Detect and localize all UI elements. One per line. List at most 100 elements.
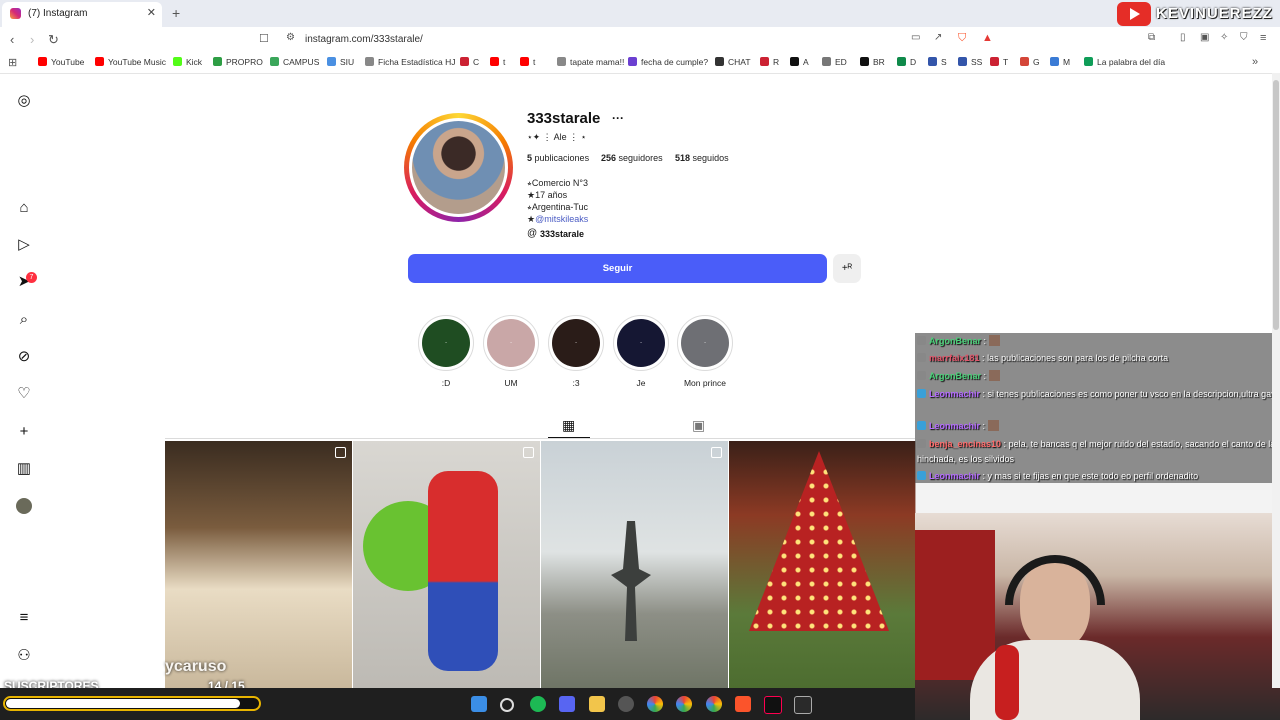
story-highlight[interactable]: · [483, 315, 539, 371]
follow-button[interactable]: Seguir [408, 254, 827, 283]
site-info-icon[interactable]: ⚙ [286, 32, 295, 43]
post-image-detail [611, 521, 651, 641]
menu-icon[interactable]: ≡ [1260, 32, 1266, 44]
reload-icon[interactable]: ↻ [48, 32, 59, 48]
search-taskbar-icon[interactable] [500, 698, 514, 712]
bookmark-item[interactable]: t [490, 57, 505, 67]
bookmark-favicon-icon [990, 57, 999, 66]
leo-ai-icon[interactable]: ✧ [1220, 32, 1228, 43]
spotify-icon[interactable] [530, 696, 546, 712]
sidebar-toggle-icon[interactable]: ▯ [1180, 32, 1186, 43]
tiktok-icon[interactable] [764, 696, 782, 714]
explore-icon[interactable]: ⊘ [16, 349, 32, 365]
cast-icon[interactable]: ▭ [911, 32, 920, 43]
home-icon[interactable]: ⌂ [16, 200, 32, 216]
bookmark-item[interactable]: PROPRO [213, 57, 263, 67]
chrome-icon[interactable] [647, 696, 663, 712]
more-menu-icon[interactable]: ≡ [16, 610, 32, 626]
instagram-logo-icon[interactable]: ◎ [16, 93, 32, 109]
bookmark-label: T [1003, 57, 1009, 67]
bookmark-item[interactable]: CAMPUS [270, 57, 319, 67]
threads-icon[interactable]: @ [527, 228, 537, 239]
start-icon[interactable] [471, 696, 487, 712]
followers-stat[interactable]: 256 seguidores [601, 153, 663, 163]
bookmark-item[interactable]: G [1020, 57, 1040, 67]
profile-avatar-icon[interactable] [16, 498, 32, 514]
also-from-meta-icon[interactable]: ⚇ [16, 648, 32, 664]
brave-shield-icon[interactable]: ⛉ [958, 32, 966, 45]
vpn-icon[interactable]: ⛉ [1240, 32, 1248, 43]
bookmark-item[interactable]: C [460, 57, 479, 67]
bookmark-item[interactable]: YouTube Music [95, 57, 166, 67]
scrollbar-thumb[interactable] [1273, 80, 1279, 330]
back-icon[interactable]: ‹ [10, 32, 14, 47]
story-highlight[interactable]: · [677, 315, 733, 371]
bookmark-item[interactable]: tapate mama!! [557, 57, 624, 67]
bookmark-item[interactable]: ED [822, 57, 847, 67]
chrome-profile-icon[interactable] [706, 696, 722, 712]
bookmark-item[interactable]: CHAT [715, 57, 751, 67]
more-bookmarks-icon[interactable]: » [1252, 56, 1258, 68]
bookmark-label: BR [873, 57, 885, 67]
post-thumbnail[interactable] [541, 441, 728, 688]
profile-avatar[interactable] [409, 118, 508, 217]
story-highlight[interactable]: · [548, 315, 604, 371]
bookmark-item[interactable]: D [897, 57, 916, 67]
forward-icon[interactable]: › [30, 32, 34, 47]
story-highlight[interactable]: · [613, 315, 669, 371]
reels-icon[interactable]: ▷ [16, 237, 32, 253]
bookmark-label: Kick [186, 57, 203, 67]
bookmark-item[interactable]: SIU [327, 57, 354, 67]
post-thumbnail[interactable] [729, 441, 916, 688]
chat-message: ArgonBenar : [917, 334, 1279, 349]
brave-icon[interactable] [735, 696, 751, 712]
posts-grid-tab-icon[interactable]: ▦ [562, 417, 575, 434]
story-highlight[interactable]: · [418, 315, 474, 371]
bookmark-item[interactable]: fecha de cumple? [628, 57, 708, 67]
bookmark-item[interactable]: M [1050, 57, 1070, 67]
create-icon[interactable]: + [16, 424, 32, 440]
bookmark-item[interactable]: R [760, 57, 779, 67]
suggested-accounts-button[interactable]: +ᴿ [833, 254, 861, 283]
extensions-icon[interactable]: ⧉ [1148, 32, 1155, 43]
address-bar[interactable]: instagram.com/333starale/ [305, 34, 423, 45]
bookmark-icon[interactable]: ☐ [259, 32, 269, 45]
bookmark-item[interactable]: A [790, 57, 809, 67]
bookmark-label: t [533, 57, 536, 67]
bookmark-item[interactable]: SS [958, 57, 982, 67]
highlight-label: Mon prince [683, 378, 727, 388]
bookmark-label: YouTube Music [108, 57, 166, 67]
bookmark-item[interactable]: S [928, 57, 947, 67]
bookmark-item[interactable]: T [990, 57, 1008, 67]
rewards-icon[interactable]: ▲ [982, 32, 993, 44]
new-tab-button[interactable]: + [172, 5, 180, 21]
tagged-tab-icon[interactable]: ▣ [692, 417, 705, 434]
bookmark-item[interactable]: La palabra del día [1084, 57, 1165, 67]
bookmark-item[interactable]: Kick [173, 57, 202, 67]
threads-handle[interactable]: 333starale [540, 229, 584, 239]
post-image-detail [428, 471, 498, 671]
dashboard-icon[interactable]: ▥ [16, 461, 32, 477]
obs-icon[interactable] [618, 696, 634, 712]
browser-tab[interactable]: (7) Instagram ✕ [2, 2, 162, 27]
close-tab-icon[interactable]: ✕ [147, 6, 156, 19]
post-thumbnail[interactable] [353, 441, 540, 688]
search-icon[interactable]: ⌕ [16, 312, 32, 328]
bookmark-item[interactable]: BR [860, 57, 885, 67]
post-thumbnail[interactable] [165, 441, 352, 688]
apps-grid-icon[interactable]: ⊞ [8, 56, 17, 69]
bookmark-item[interactable]: t [520, 57, 535, 67]
discord-icon[interactable] [559, 696, 575, 712]
more-options-icon[interactable]: ··· [612, 111, 624, 125]
chrome-profile-icon[interactable] [676, 696, 692, 712]
share-icon[interactable]: ↗ [934, 32, 942, 43]
heart-icon[interactable]: ♡ [16, 386, 32, 402]
file-explorer-icon[interactable] [589, 696, 605, 712]
wallet-icon[interactable]: ▣ [1200, 32, 1209, 43]
bio-mention-link[interactable]: @mitskileaks [535, 214, 588, 224]
bookmark-item[interactable]: YouTube [38, 57, 84, 67]
chat-badge-icon [917, 336, 926, 345]
bookmark-item[interactable]: Ficha Estadística HJ [365, 57, 455, 67]
epic-games-icon[interactable] [794, 696, 812, 714]
following-stat[interactable]: 518 seguidos [675, 153, 729, 163]
